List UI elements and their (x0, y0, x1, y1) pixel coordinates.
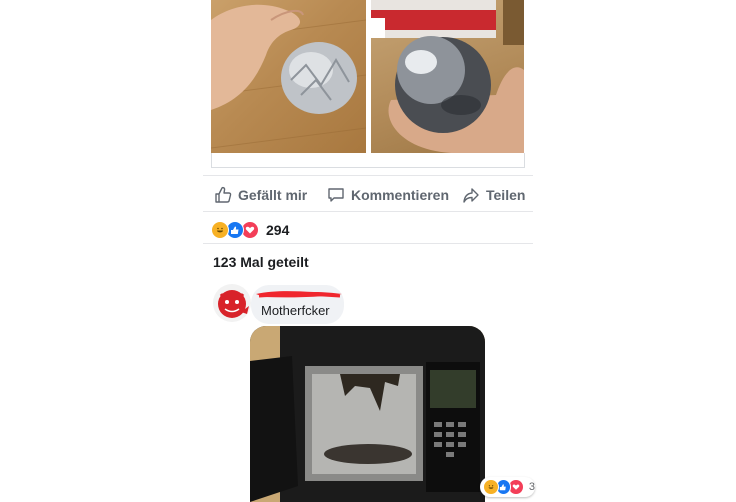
reaction-count: 294 (266, 222, 290, 238)
devil-avatar-image (218, 290, 249, 318)
haha-icon (483, 479, 499, 495)
divider (203, 175, 533, 176)
share-button[interactable]: Teilen (462, 184, 525, 206)
comment-label: Kommentieren (351, 187, 450, 203)
share-label: Teilen (486, 187, 526, 203)
like-button[interactable]: Gefällt mir (214, 184, 307, 206)
haha-icon (211, 221, 229, 239)
avatar[interactable] (213, 284, 251, 322)
post-photo-polished-sphere[interactable] (371, 0, 524, 153)
polished-sphere-photo (371, 0, 524, 153)
divider (203, 211, 533, 212)
redacted-name-scribble (256, 291, 342, 298)
share-icon (463, 188, 479, 203)
comment-icon (328, 188, 344, 202)
comment-button[interactable]: Kommentieren (327, 184, 449, 206)
shares-count[interactable]: 123 Mal geteilt (213, 254, 309, 270)
thumbs-up-icon (215, 186, 232, 203)
comment-reaction-count: 3 (528, 481, 535, 493)
comment-text: Motherfcker (261, 303, 330, 318)
comment-reactions[interactable]: 3 (480, 477, 535, 497)
burned-microwave-photo (250, 326, 485, 502)
post-photo-foil-ball-in-hand[interactable] (211, 0, 366, 153)
reactions-summary[interactable]: 294 (211, 221, 289, 239)
comment-photo-microwave[interactable] (250, 326, 485, 502)
like-label: Gefällt mir (238, 187, 308, 203)
divider (203, 243, 533, 244)
link-preview-footer (211, 153, 525, 168)
foil-ball-photo (211, 4, 366, 149)
